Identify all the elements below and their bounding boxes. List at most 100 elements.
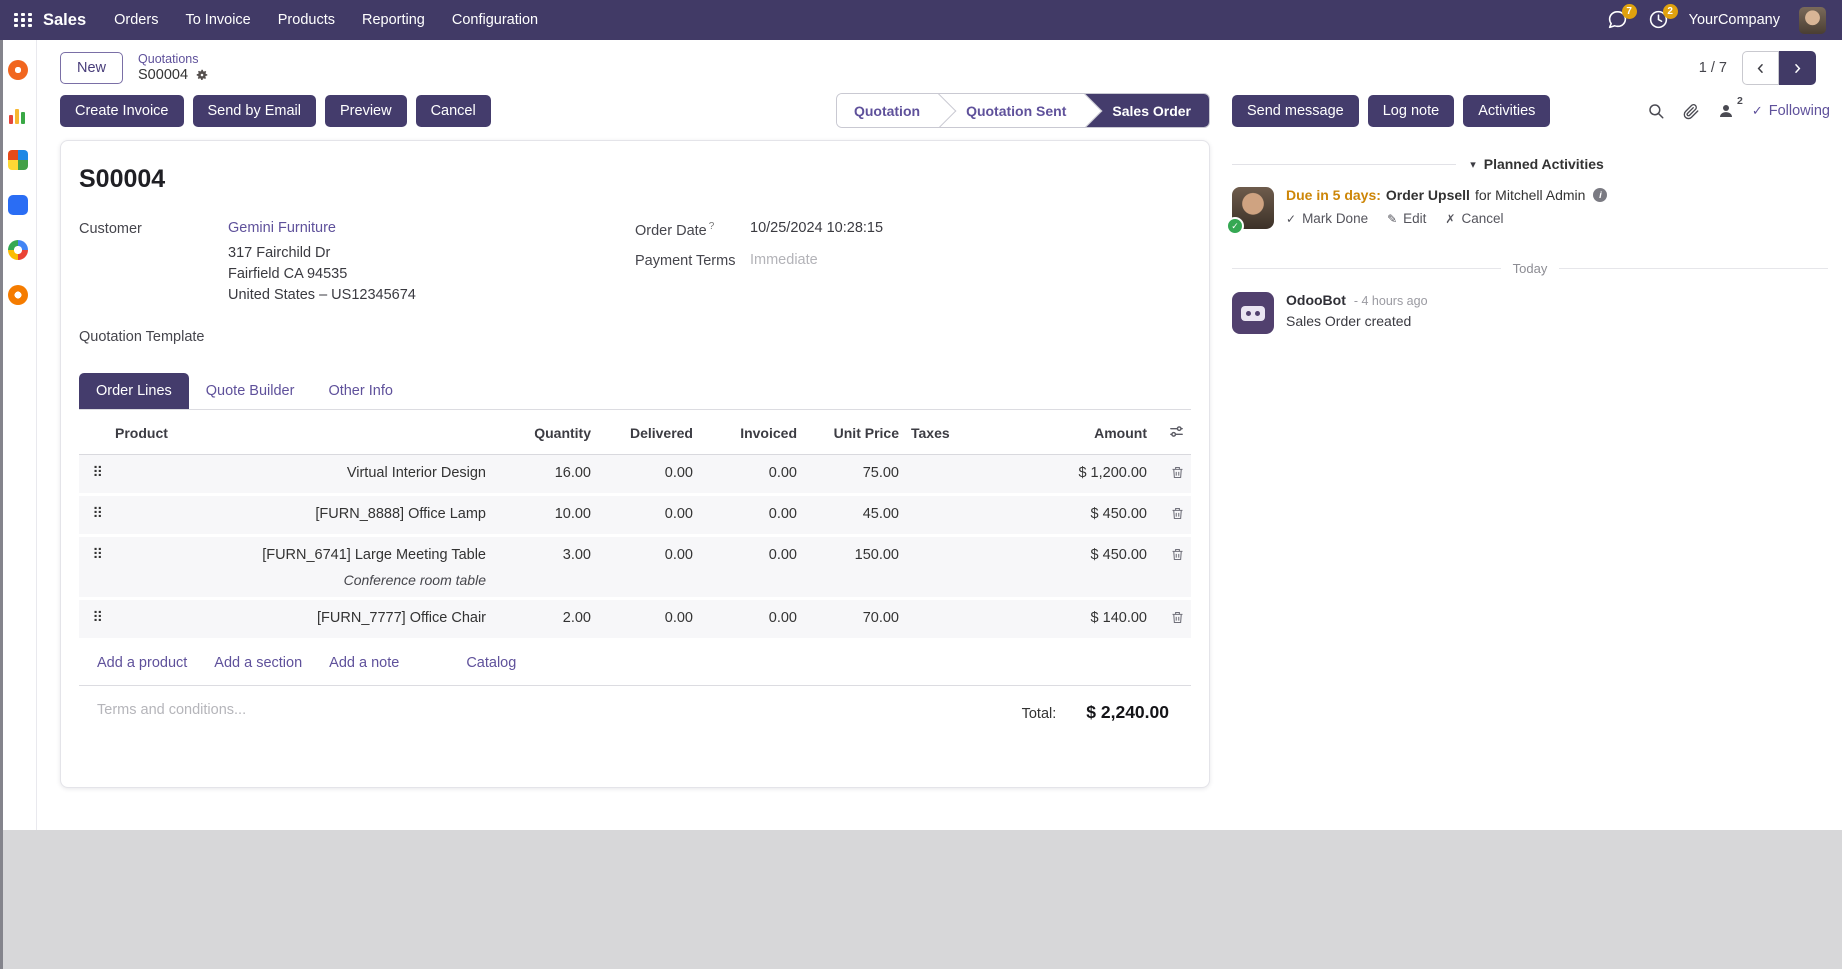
cell-delivered[interactable]: 0.00 [597,536,699,599]
cell-quantity[interactable]: 2.00 [492,599,597,640]
cell-delivered[interactable]: 0.00 [597,455,699,495]
new-button[interactable]: New [60,52,123,84]
delete-row-trash-icon[interactable] [1153,455,1191,495]
collapse-activities-icon[interactable]: ▾ [1470,158,1476,171]
cell-invoiced[interactable]: 0.00 [699,536,803,599]
apps-menu-icon[interactable] [14,13,33,28]
optional-columns-button[interactable] [1153,410,1191,455]
cancel-activity-button[interactable]: ✗ Cancel [1445,211,1503,226]
address-line: 317 Fairchild Dr [228,243,635,264]
company-switcher[interactable]: YourCompany [1689,12,1780,28]
log-note-button[interactable]: Log note [1368,95,1454,127]
cell-taxes[interactable] [905,536,993,599]
cell-product[interactable]: Virtual Interior Design [109,455,492,495]
cell-unit-price[interactable]: 150.00 [803,536,905,599]
mark-done-button[interactable]: ✓ Mark Done [1286,211,1368,226]
cell-unit-price[interactable]: 45.00 [803,495,905,536]
menu-configuration[interactable]: Configuration [452,12,538,28]
pager-value[interactable]: 1 / 7 [1699,60,1727,76]
tab-other-info[interactable]: Other Info [311,373,409,409]
menu-reporting[interactable]: Reporting [362,12,425,28]
add-a-product-link[interactable]: Add a product [97,655,187,671]
column-amount[interactable]: Amount [993,410,1153,455]
create-invoice-button[interactable]: Create Invoice [60,95,184,127]
drag-handle-icon[interactable]: ⠿ [79,599,109,640]
cell-taxes[interactable] [905,495,993,536]
message-body: Sales Order created [1286,313,1428,329]
cell-product[interactable]: [FURN_7777] Office Chair [109,599,492,640]
status-step-quotation[interactable]: Quotation [837,94,938,127]
cell-invoiced[interactable]: 0.00 [699,455,803,495]
cell-quantity[interactable]: 3.00 [492,536,597,599]
activity-type-badge-icon: ✓ [1226,217,1244,235]
cell-delivered[interactable]: 0.00 [597,495,699,536]
column-taxes[interactable]: Taxes [905,410,993,455]
activities-button[interactable]: 2 [1648,9,1670,31]
blue-app-shortcut-icon[interactable] [8,195,28,215]
grid-shortcut-icon[interactable] [8,150,28,170]
menu-orders[interactable]: Orders [114,12,158,28]
window-left-edge [0,40,3,969]
cell-quantity[interactable]: 10.00 [492,495,597,536]
pie-shortcut-icon[interactable] [8,240,28,260]
drag-handle-icon[interactable]: ⠿ [79,536,109,599]
table-row: ⠿ Virtual Interior Design 16.00 0.00 0.0… [79,455,1191,495]
app-name-sales[interactable]: Sales [43,11,86,30]
add-a-section-link[interactable]: Add a section [214,655,302,671]
followers-icon[interactable]: 2 [1717,102,1735,120]
send-by-email-button[interactable]: Send by Email [193,95,317,127]
cell-invoiced[interactable]: 0.00 [699,599,803,640]
add-a-note-link[interactable]: Add a note [329,655,399,671]
terms-and-conditions-input[interactable]: Terms and conditions... [97,702,246,718]
column-invoiced[interactable]: Invoiced [699,410,803,455]
pager-next-button[interactable] [1779,51,1816,85]
customer-link[interactable]: Gemini Furniture [228,220,336,236]
attachments-paperclip-icon[interactable] [1682,102,1700,120]
column-unit-price[interactable]: Unit Price [803,410,905,455]
send-message-button[interactable]: Send message [1232,95,1359,127]
cell-unit-price[interactable]: 70.00 [803,599,905,640]
messages-button[interactable]: 7 [1607,9,1629,31]
status-step-sales-order[interactable]: Sales Order [1084,94,1209,127]
status-step-quotation-sent[interactable]: Quotation Sent [938,94,1084,127]
pager-previous-button[interactable] [1742,51,1779,85]
breadcrumb-quotations-link[interactable]: Quotations [138,52,209,67]
quotation-template-label[interactable]: Quotation Template [79,328,635,345]
action-menu-gear-icon[interactable] [195,68,209,82]
cell-unit-price[interactable]: 75.00 [803,455,905,495]
odoo-shortcut-icon[interactable] [8,60,28,80]
cell-quantity[interactable]: 16.00 [492,455,597,495]
order-date-value[interactable]: 10/25/2024 10:28:15 [750,220,1191,239]
column-delivered[interactable]: Delivered [597,410,699,455]
activities-schedule-button[interactable]: Activities [1463,95,1550,127]
cell-delivered[interactable]: 0.00 [597,599,699,640]
column-quantity[interactable]: Quantity [492,410,597,455]
search-messages-icon[interactable] [1647,102,1665,120]
drag-handle-icon[interactable]: ⠿ [79,495,109,536]
drag-handle-icon[interactable]: ⠿ [79,455,109,495]
settings-shortcut-icon[interactable] [8,285,28,305]
cell-taxes[interactable] [905,599,993,640]
preview-button[interactable]: Preview [325,95,407,127]
menu-products[interactable]: Products [278,12,335,28]
cell-product[interactable]: [FURN_6741] Large Meeting TableConferenc… [109,536,492,599]
column-product[interactable]: Product [109,410,492,455]
tab-quote-builder[interactable]: Quote Builder [189,373,312,409]
payment-terms-value[interactable]: Immediate [750,252,1191,269]
cell-product[interactable]: [FURN_8888] Office Lamp [109,495,492,536]
cancel-button[interactable]: Cancel [416,95,491,127]
cell-taxes[interactable] [905,455,993,495]
menu-to-invoice[interactable]: To Invoice [185,12,250,28]
cell-invoiced[interactable]: 0.00 [699,495,803,536]
following-button[interactable]: ✓ Following [1752,103,1830,119]
sheet-footer: Terms and conditions... Total: $ 2,240.0… [79,686,1191,787]
chart-shortcut-icon[interactable] [8,105,28,125]
delete-row-trash-icon[interactable] [1153,536,1191,599]
delete-row-trash-icon[interactable] [1153,599,1191,640]
tab-order-lines[interactable]: Order Lines [79,373,189,409]
catalog-link[interactable]: Catalog [466,655,516,671]
activity-item: ✓ Due in 5 days: Order Upsell for Mitche… [1232,187,1828,229]
user-avatar[interactable] [1799,7,1826,34]
edit-activity-button[interactable]: ✎ Edit [1387,211,1426,226]
delete-row-trash-icon[interactable] [1153,495,1191,536]
